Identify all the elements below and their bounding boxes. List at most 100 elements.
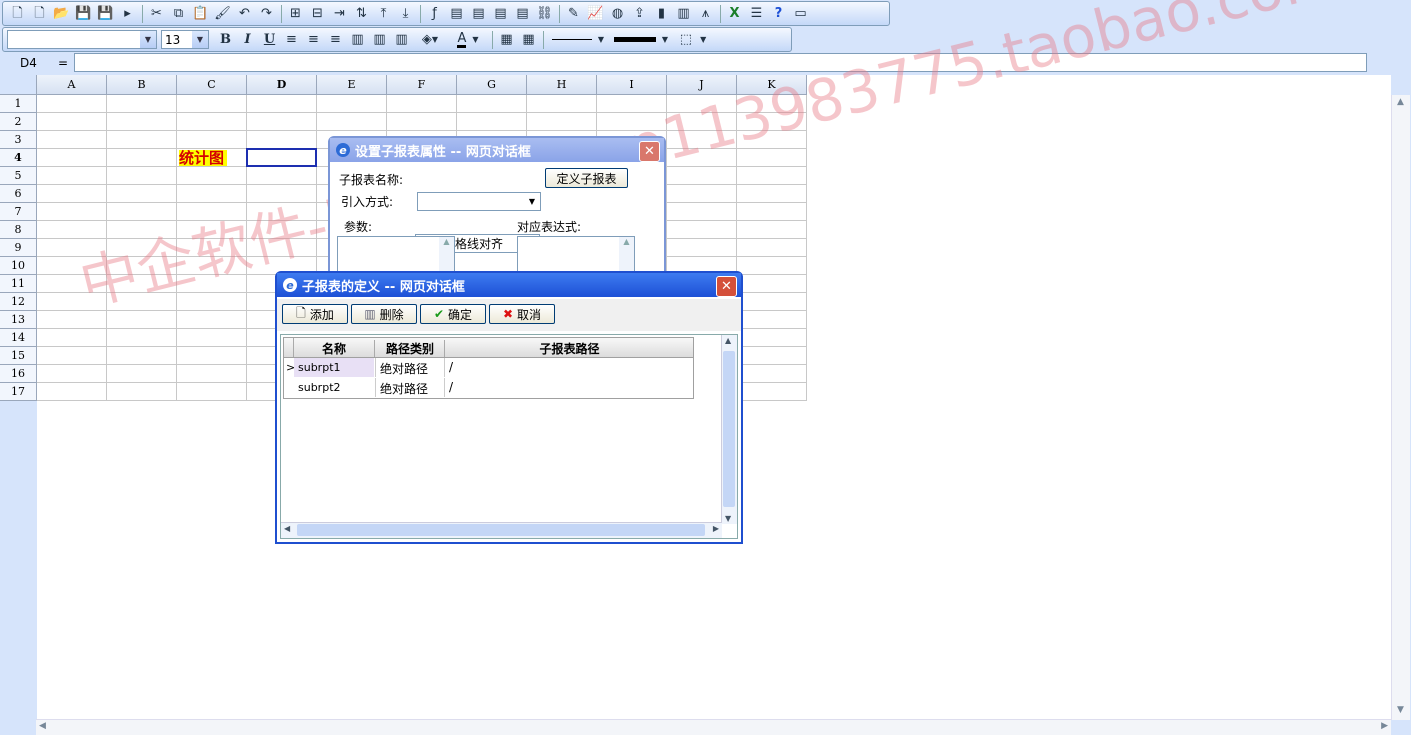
comment-icon[interactable]: ▭	[790, 4, 811, 24]
valign-middle-icon[interactable]: ▥	[369, 30, 390, 50]
align-center-icon[interactable]: ≡	[303, 30, 324, 50]
cell-name[interactable]: subrpt1	[294, 358, 374, 377]
row-header-13[interactable]: 13	[0, 311, 37, 329]
redo-icon[interactable]: ↷	[256, 4, 277, 24]
report-icon[interactable]: ▤	[446, 4, 467, 24]
report4-icon[interactable]: ▤	[512, 4, 533, 24]
scroll-left-icon[interactable]: ◀	[284, 524, 290, 533]
new-icon[interactable]: 🗋	[7, 4, 28, 24]
help-icon[interactable]: ?	[768, 4, 789, 24]
open-icon[interactable]: 📂	[51, 4, 72, 24]
column-header-i[interactable]: I	[597, 75, 667, 95]
header-path[interactable]: 子报表路径	[444, 340, 694, 357]
merge-up-icon[interactable]: ⤒	[373, 4, 394, 24]
row-header-12[interactable]: 12	[0, 293, 37, 311]
report3-icon[interactable]: ▤	[490, 4, 511, 24]
line-width-select[interactable]: ▼	[610, 30, 672, 50]
scroll-thumb[interactable]	[297, 524, 705, 536]
row-header-15[interactable]: 15	[0, 347, 37, 365]
column-header-h[interactable]: H	[527, 75, 597, 95]
new-blank-icon[interactable]: 🗋	[29, 4, 50, 24]
format-painter-icon[interactable]: 🖌	[212, 4, 233, 24]
horizontal-scrollbar[interactable]: ◀ ▶	[36, 719, 1391, 735]
cell-name[interactable]: subrpt2	[294, 378, 374, 397]
save-icon[interactable]: 💾	[73, 4, 94, 24]
row-header-9[interactable]: 9	[0, 239, 37, 257]
valign-bottom-icon[interactable]: ▥	[391, 30, 412, 50]
close-icon[interactable]: ✕	[639, 141, 660, 162]
scroll-right-icon[interactable]: ▶	[1381, 721, 1388, 731]
ok-button[interactable]: ✔ 确定	[420, 304, 486, 324]
align-right-icon[interactable]: ≡	[325, 30, 346, 50]
list-icon[interactable]: ☰	[746, 4, 767, 24]
cell-path[interactable]: /	[444, 358, 693, 377]
bold-button[interactable]: B	[215, 30, 236, 50]
cut-icon[interactable]: ✂	[146, 4, 167, 24]
font-color-button[interactable]: A ▼	[448, 30, 488, 50]
row-header-4[interactable]: 4	[0, 149, 37, 167]
underline-button[interactable]: U	[259, 30, 280, 50]
header-path-type[interactable]: 路径类别	[374, 340, 445, 357]
scroll-down-icon[interactable]: ▼	[1394, 705, 1407, 718]
params-textarea[interactable]: ▲	[337, 236, 455, 272]
line-style-select[interactable]: ▼	[547, 30, 609, 50]
add-button[interactable]: 🗋 添加	[282, 304, 348, 324]
row-header-2[interactable]: 2	[0, 113, 37, 131]
header-name[interactable]: 名称	[294, 340, 374, 357]
scroll-down-icon[interactable]: ▼	[725, 514, 731, 523]
align-left-icon[interactable]: ≡	[281, 30, 302, 50]
expression-textarea[interactable]: ▲	[517, 236, 635, 272]
export-icon[interactable]: ⇪	[629, 4, 650, 24]
row-header-10[interactable]: 10	[0, 257, 37, 275]
italic-button[interactable]: I	[237, 30, 258, 50]
row-header-7[interactable]: 7	[0, 203, 37, 221]
column-header-k[interactable]: K	[737, 75, 807, 95]
border-icon[interactable]: ⬚ ▼	[673, 30, 713, 50]
define-subreport-button[interactable]: 定义子报表	[545, 168, 628, 188]
table-row[interactable]: subrpt2 绝对路径 /	[284, 378, 695, 398]
column-header-g[interactable]: G	[457, 75, 527, 95]
list-vertical-scrollbar[interactable]: ▲ ▼	[721, 335, 737, 524]
table-row[interactable]: > subrpt1 绝对路径 /	[284, 358, 695, 378]
close-icon[interactable]: ✕	[716, 276, 737, 297]
insert-row-icon[interactable]: ⊟	[307, 4, 328, 24]
column-header-j[interactable]: J	[667, 75, 737, 95]
dialog-titlebar[interactable]: e 设置子报表属性 -- 网页对话框 ✕	[330, 138, 664, 162]
scroll-up-icon[interactable]: ▲	[725, 336, 731, 345]
paste-icon[interactable]: 📋	[190, 4, 211, 24]
row-header-8[interactable]: 8	[0, 221, 37, 239]
cancel-button[interactable]: ✖ 取消	[489, 304, 555, 324]
freeze-icon[interactable]: ▦	[496, 30, 517, 50]
list-horizontal-scrollbar[interactable]: ◀ ▶	[281, 522, 722, 538]
font-name-select[interactable]: ▼	[7, 30, 157, 49]
row-header-3[interactable]: 3	[0, 131, 37, 149]
scroll-thumb[interactable]	[723, 351, 735, 507]
merge-down-icon[interactable]: ⤓	[395, 4, 416, 24]
run-icon[interactable]: ▸	[117, 4, 138, 24]
scroll-up-icon[interactable]: ▲	[1394, 97, 1407, 110]
chart-icon[interactable]: 📈	[585, 4, 606, 24]
row-header-5[interactable]: 5	[0, 167, 37, 185]
subreport-name-select[interactable]: ▼	[417, 192, 541, 211]
formula-input[interactable]	[74, 53, 1367, 72]
row-header-1[interactable]: 1	[0, 95, 37, 113]
cell-path-type[interactable]: 绝对路径	[375, 378, 444, 397]
vertical-scrollbar[interactable]: ▲ ▼	[1391, 95, 1410, 720]
column-header-b[interactable]: B	[107, 75, 177, 95]
row-header-11[interactable]: 11	[0, 275, 37, 293]
valign-top-icon[interactable]: ▥	[347, 30, 368, 50]
scrollbar[interactable]: ▲	[439, 237, 454, 271]
column-header-c[interactable]: C	[177, 75, 247, 95]
fill-color-icon[interactable]: ◈ ▼	[413, 30, 447, 50]
scrollbar[interactable]: ▲	[619, 237, 634, 271]
copy-icon[interactable]: ⧉	[168, 4, 189, 24]
scroll-left-icon[interactable]: ◀	[39, 721, 46, 731]
link-icon[interactable]: ⛓	[534, 4, 555, 24]
row-header-16[interactable]: 16	[0, 365, 37, 383]
column-header-a[interactable]: A	[37, 75, 107, 95]
cell-c4[interactable]: 统计图	[179, 150, 228, 166]
globe-icon[interactable]: ◍	[607, 4, 628, 24]
font-size-select[interactable]: 13 ▼	[161, 30, 209, 49]
row-header-6[interactable]: 6	[0, 185, 37, 203]
column-header-f[interactable]: F	[387, 75, 457, 95]
